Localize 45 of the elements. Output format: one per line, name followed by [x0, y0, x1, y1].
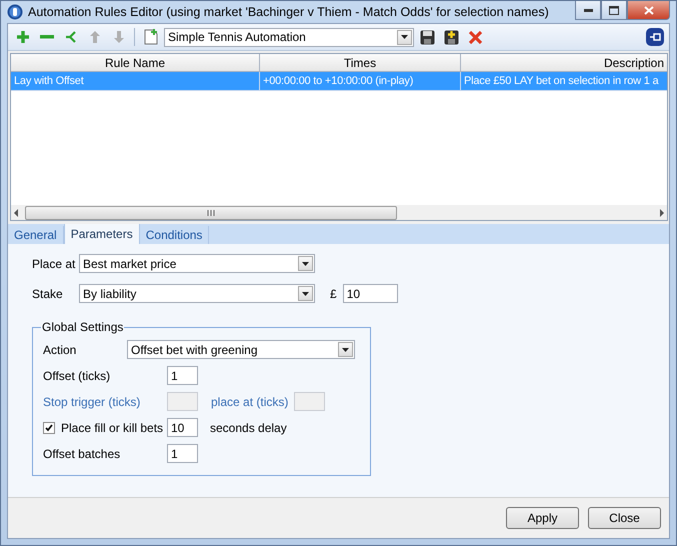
field-label: seconds delay	[210, 420, 287, 434]
input-field[interactable]: 1	[167, 366, 198, 385]
dialog-button[interactable]: Close	[588, 507, 661, 529]
action-dropdown[interactable]: Offset bet with greening	[127, 340, 355, 359]
minimize-icon	[584, 8, 592, 12]
checkbox-label: Place fill or kill bets	[61, 420, 164, 434]
field-label: place at (ticks)	[211, 394, 288, 408]
column-header[interactable]: Rule Name	[11, 54, 260, 72]
caret-icon	[302, 262, 309, 266]
field-label: Action	[43, 342, 78, 356]
window-title: Automation Rules Editor (using market 'Bachinger v Thiem - Match Odds' for selection names)	[28, 5, 550, 19]
stake-dropdown[interactable]: By liability	[79, 284, 315, 303]
minimize-button[interactable]	[575, 1, 601, 20]
field-label: Place at	[32, 256, 76, 270]
column-header[interactable]: Description	[461, 54, 667, 72]
field-label: Offset batches	[43, 446, 122, 460]
group-title: Global Settings	[41, 320, 124, 334]
caret-icon	[302, 292, 309, 296]
tab[interactable]: Parameters	[64, 224, 140, 244]
input-field[interactable]: 1	[167, 444, 198, 463]
field-label: Offset (ticks)	[43, 368, 112, 382]
field-label: Stake	[32, 286, 64, 300]
pin-icon[interactable]	[644, 26, 665, 48]
close-button[interactable]	[627, 1, 670, 20]
caret-icon	[342, 348, 349, 352]
checkbox[interactable]	[43, 422, 55, 434]
amount-field[interactable]: 10	[342, 284, 398, 303]
currency-label: £	[330, 286, 337, 300]
grip-icon	[207, 210, 215, 216]
scroll-right-icon[interactable]	[657, 208, 667, 216]
app-icon	[7, 4, 23, 20]
column-header[interactable]: Times	[260, 54, 461, 72]
table-cell: Place £50 LAY bet on selection in row 1 a	[461, 72, 667, 90]
input-field[interactable]: 10	[167, 418, 198, 437]
maximize-icon	[609, 6, 619, 14]
field-label: Stop trigger (ticks)	[43, 394, 142, 408]
close-icon	[644, 6, 654, 14]
maximize-button[interactable]	[601, 1, 627, 20]
horizontal-scrollbar[interactable]	[11, 205, 667, 220]
place-at-dropdown[interactable]: Best market price	[79, 254, 315, 273]
caret-icon	[401, 35, 408, 39]
rule-set-dropdown[interactable]: Simple Tennis Automation	[164, 28, 414, 46]
dialog-button[interactable]: Apply	[506, 507, 579, 529]
table-cell: +00:00:00 to +10:00:00 (in-play)	[260, 72, 461, 90]
table-cell: Lay with Offset	[11, 72, 260, 90]
